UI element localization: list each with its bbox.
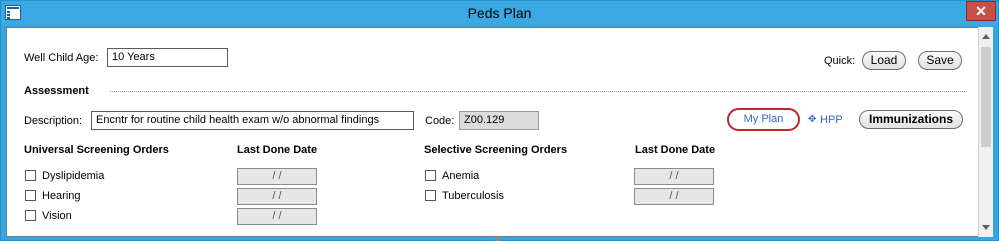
anemia-label: Anemia: [442, 170, 480, 182]
tuberculosis-checkbox[interactable]: [425, 190, 436, 201]
universal-last-done-heading: Last Done Date: [237, 144, 318, 156]
dyslipidemia-date[interactable]: / /: [237, 168, 317, 185]
window-title: Peds Plan: [467, 5, 532, 21]
hpp-link[interactable]: HPP: [820, 114, 843, 126]
description-field[interactable]: Encntr for routine child health exam w/o…: [91, 111, 414, 130]
selective-last-done-heading: Last Done Date: [635, 144, 716, 156]
my-plan-link[interactable]: My Plan: [727, 108, 800, 131]
tuberculosis-label: Tuberculosis: [442, 190, 504, 202]
tuberculosis-date[interactable]: / /: [634, 188, 714, 205]
description-label: Description:: [24, 115, 83, 127]
hearing-label: Hearing: [42, 190, 81, 202]
load-button[interactable]: Load: [862, 51, 906, 70]
quick-label: Quick:: [824, 55, 856, 67]
code-field[interactable]: Z00.129: [459, 111, 539, 130]
vision-date[interactable]: / /: [237, 208, 317, 225]
scroll-up-icon[interactable]: [982, 34, 990, 39]
save-button[interactable]: Save: [918, 51, 962, 70]
assessment-heading: Assessment: [24, 85, 89, 97]
well-child-age-field[interactable]: 10 Years: [107, 48, 228, 67]
hearing-checkbox[interactable]: [25, 190, 36, 201]
selective-screening-heading: Selective Screening Orders: [424, 144, 568, 156]
well-child-age-label: Well Child Age:: [24, 52, 99, 64]
code-label: Code:: [425, 115, 455, 127]
anemia-date[interactable]: / /: [634, 168, 714, 185]
universal-screening-heading: Universal Screening Orders: [24, 144, 169, 156]
assessment-divider: [110, 91, 965, 92]
scroll-down-icon[interactable]: [982, 225, 990, 230]
immunizations-button[interactable]: Immunizations: [859, 110, 963, 129]
diamond-dots-icon: ✥: [808, 114, 817, 125]
vertical-scrollbar[interactable]: [978, 27, 993, 237]
title-bar[interactable]: Peds Plan ✕: [1, 1, 998, 25]
dyslipidemia-checkbox[interactable]: [25, 170, 36, 181]
anemia-checkbox[interactable]: [425, 170, 436, 181]
close-button[interactable]: ✕: [966, 1, 996, 21]
hearing-date[interactable]: / /: [237, 188, 317, 205]
dyslipidemia-label: Dyslipidemia: [42, 170, 105, 182]
resize-grip[interactable]: [495, 236, 500, 241]
vision-label: Vision: [42, 210, 72, 222]
scroll-thumb[interactable]: [981, 47, 991, 147]
vision-checkbox[interactable]: [25, 210, 36, 221]
